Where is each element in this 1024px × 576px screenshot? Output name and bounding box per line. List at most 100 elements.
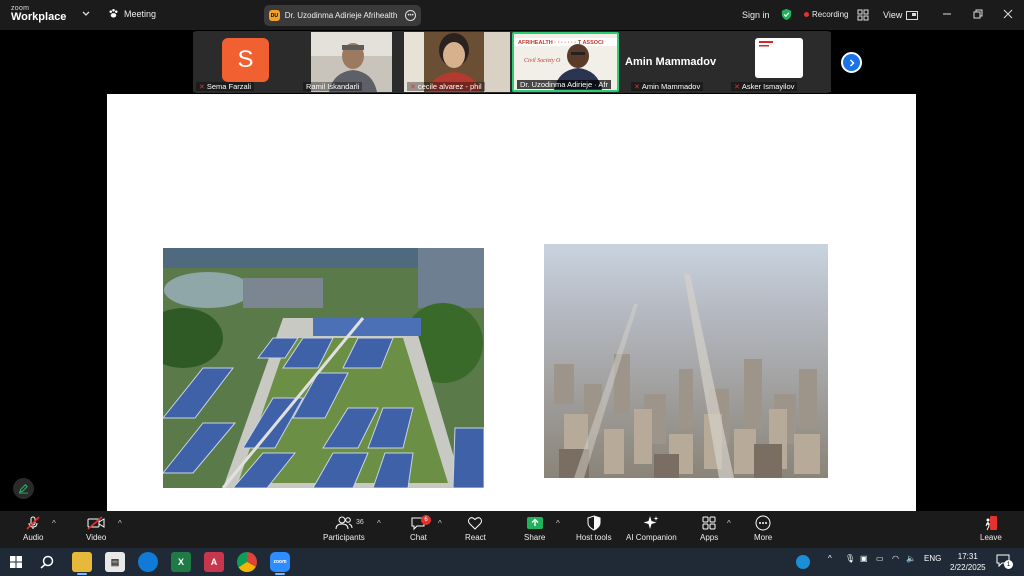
participant-strip: S ✕ Sema Farzali Ramil Iskandarli ✕ cecile… [193, 31, 831, 93]
minimize-icon[interactable] [941, 8, 953, 20]
recording-label: Recording [812, 10, 849, 19]
more-button[interactable]: More [754, 515, 772, 542]
windows-taskbar: ▤ X A zoom ^ 🎙 ▣ ▭ ◠ 🔈 ENG 17:31 2/22/20… [0, 548, 1024, 576]
chat-unread-badge: 6 [421, 515, 431, 525]
apps-options-icon[interactable]: ^ [727, 519, 731, 528]
view-layout-icon [906, 10, 919, 20]
meeting-label: Meeting [124, 8, 157, 19]
participants-count: 36 [356, 519, 364, 526]
edge-browser-icon[interactable] [138, 552, 158, 572]
system-clock[interactable]: 17:31 2/22/2025 [950, 551, 986, 573]
restore-icon[interactable] [972, 8, 984, 20]
tray-overflow-icon[interactable]: ^ [828, 554, 832, 563]
brand-bottom: Workplace [11, 11, 67, 23]
participant-display-name: Amin Mammadov [625, 56, 717, 68]
ai-companion-label: AI Companion [626, 533, 677, 542]
wifi-icon[interactable]: ◠ [892, 554, 899, 563]
heart-icon [468, 517, 483, 530]
notification-count: 1 [1004, 560, 1013, 569]
shared-screen [107, 94, 916, 511]
leave-label: Leave [980, 533, 1002, 542]
store-icon[interactable]: ▤ [105, 552, 125, 572]
participant-tile[interactable]: Amin Mammadov ✕ Amin Mammadov [621, 32, 727, 92]
close-icon[interactable] [1002, 8, 1014, 20]
clock-time: 17:31 [957, 552, 978, 561]
mic-muted-icon: ✕ [734, 83, 740, 91]
encryption-shield-icon[interactable] [780, 8, 793, 21]
meeting-button[interactable]: Meeting [108, 8, 156, 19]
participant-tile[interactable]: ✕ cecile alvarez - phil [404, 32, 510, 92]
video-label: Video [86, 533, 107, 542]
meeting-toolbar: Audio ^ Video ^ Participants 36 ^ Chat 6… [0, 511, 1024, 548]
mic-muted-icon [26, 516, 40, 530]
host-tools-label: Host tools [576, 533, 612, 542]
excel-icon[interactable]: X [171, 552, 191, 572]
recording-indicator[interactable]: Recording [804, 10, 848, 19]
react-button[interactable]: React [465, 515, 486, 542]
participants-label: Participants [323, 533, 365, 542]
more-icon [755, 515, 771, 531]
sharer-avatar: DU [269, 10, 280, 21]
mic-muted-icon: ✕ [199, 83, 205, 91]
video-options-icon[interactable]: ^ [118, 519, 122, 528]
apps-label: Apps [700, 533, 719, 542]
annotate-pen-button[interactable] [13, 478, 34, 499]
pen-icon [18, 484, 29, 494]
participant-name: ✕ Asker Ismayilov [731, 82, 798, 91]
sign-in-link[interactable]: Sign in [742, 10, 770, 20]
participant-video [755, 38, 803, 78]
ai-companion-button[interactable]: AI Companion [626, 515, 677, 542]
sharing-indicator[interactable]: DU Dr. Uzodinma Adirieje Afrihealth ••• [264, 5, 421, 26]
gallery-grid-icon[interactable] [857, 9, 869, 21]
svg-text:AFRIHEALTH · · · · · · · T ASS: AFRIHEALTH · · · · · · · T ASSOCI [518, 40, 604, 46]
mic-muted-icon: ✕ [634, 83, 640, 91]
participant-tile[interactable]: ✕ Asker Ismayilov [728, 32, 831, 92]
volume-icon[interactable]: 🔈 [906, 554, 916, 563]
chrome-icon[interactable] [237, 552, 257, 572]
participant-tile[interactable]: S ✕ Sema Farzali [193, 32, 299, 92]
windows-start-icon[interactable] [10, 556, 22, 568]
more-label: More [754, 533, 773, 542]
title-bar: zoom Workplace Meeting DU Dr. Uzodinma A… [0, 0, 1024, 30]
participants-icon [335, 516, 353, 530]
tray-app-icon[interactable]: ▣ [860, 554, 868, 563]
participants-options-icon[interactable]: ^ [377, 519, 381, 528]
apps-button[interactable]: Apps [700, 515, 718, 542]
file-explorer-icon[interactable] [72, 552, 92, 572]
participant-name: Dr. Uzodinma Adirieje · Afr [517, 80, 611, 89]
video-button[interactable]: Video [86, 515, 106, 542]
notifications-button[interactable]: 1 [996, 553, 1013, 569]
view-button[interactable]: View [883, 10, 919, 20]
language-indicator[interactable]: ENG [924, 554, 941, 563]
chat-options-icon[interactable]: ^ [438, 519, 442, 528]
active-app-indicator [275, 573, 285, 575]
microphone-icon[interactable]: 🎙 [845, 554, 855, 563]
chevron-down-icon[interactable] [81, 9, 91, 19]
host-tools-button[interactable]: Host tools [576, 515, 612, 542]
battery-icon[interactable]: ▭ [876, 554, 884, 563]
audio-button[interactable]: Audio [23, 515, 43, 542]
active-speaker-tile[interactable]: AFRIHEALTH · · · · · · · T ASSOCI Civil … [512, 32, 619, 92]
participant-name: ✕ cecile alvarez - phil [407, 82, 485, 91]
weather-globe-icon[interactable] [796, 555, 810, 569]
recording-dot-icon [804, 12, 809, 17]
access-icon[interactable]: A [204, 552, 224, 572]
participant-tile[interactable]: Ramil Iskandarli [300, 32, 403, 92]
participant-name: Ramil Iskandarli [303, 82, 363, 91]
leave-button[interactable]: Leave [980, 515, 1002, 542]
solar-rooftop-image [163, 248, 484, 488]
audio-options-icon[interactable]: ^ [52, 519, 56, 528]
avatar: S [222, 38, 269, 82]
mic-muted-icon: ✕ [410, 83, 416, 91]
clock-date: 2/22/2025 [950, 563, 986, 572]
video-off-icon [87, 516, 105, 530]
next-participants-button[interactable] [841, 52, 862, 73]
view-label: View [883, 10, 903, 20]
more-icon[interactable]: ••• [405, 10, 416, 21]
chat-label: Chat [410, 533, 427, 542]
zoom-app-icon[interactable]: zoom [270, 552, 290, 572]
share-options-icon[interactable]: ^ [556, 519, 560, 528]
paw-icon [109, 9, 118, 18]
share-button[interactable]: Share [524, 515, 545, 542]
search-icon[interactable] [40, 555, 54, 569]
